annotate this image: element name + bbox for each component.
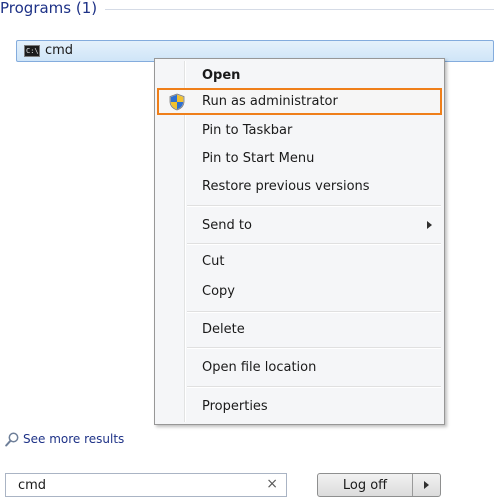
logoff-button[interactable]: Log off [318, 474, 413, 496]
menu-item-label: Properties [202, 399, 268, 414]
menu-item-delete[interactable]: Delete [157, 316, 442, 343]
menu-item-cut[interactable]: Cut [157, 248, 442, 275]
shield-icon [169, 93, 185, 111]
search-icon [5, 432, 19, 446]
menu-item-label: Copy [202, 284, 235, 299]
program-item-label: cmd [45, 43, 74, 58]
menu-item-pin-to-start-menu[interactable]: Pin to Start Menu [157, 145, 442, 172]
chevron-right-icon [424, 481, 429, 489]
menu-item-open-file-location[interactable]: Open file location [157, 354, 442, 381]
menu-separator [187, 243, 441, 245]
shutdown-options-button[interactable] [413, 474, 440, 496]
see-more-results-label: See more results [23, 432, 125, 446]
menu-item-label: Run as administrator [202, 94, 338, 109]
menu-item-properties[interactable]: Properties [157, 393, 442, 420]
context-menu: Open Run as administrator Pin to Taskbar… [154, 58, 445, 425]
menu-item-label: Send to [202, 218, 252, 233]
submenu-arrow-icon [427, 221, 432, 229]
start-search-box: × [5, 473, 287, 497]
logoff-split-button: Log off [317, 473, 441, 497]
menu-separator [187, 347, 441, 349]
menu-item-run-as-administrator[interactable]: Run as administrator [157, 88, 442, 115]
menu-item-restore-previous-versions[interactable]: Restore previous versions [157, 173, 442, 200]
menu-item-send-to[interactable]: Send to [157, 212, 442, 239]
section-divider [105, 9, 494, 10]
menu-item-label: Cut [202, 254, 225, 269]
menu-separator [187, 205, 441, 207]
menu-item-open[interactable]: Open [157, 62, 442, 89]
programs-section-title: Programs (1) [0, 0, 98, 17]
menu-item-label: Restore previous versions [202, 179, 370, 194]
command-prompt-icon: C:\ [24, 45, 40, 57]
programs-section-header: Programs (1) [0, 0, 494, 19]
search-input[interactable] [6, 474, 268, 496]
menu-item-label: Pin to Taskbar [202, 123, 293, 138]
menu-separator [187, 386, 441, 388]
menu-item-copy[interactable]: Copy [157, 278, 442, 305]
see-more-results-link[interactable]: See more results [5, 430, 124, 448]
menu-separator [187, 311, 441, 313]
menu-item-pin-to-taskbar[interactable]: Pin to Taskbar [157, 117, 442, 144]
clear-search-icon[interactable]: × [266, 476, 278, 492]
menu-item-label: Delete [202, 322, 245, 337]
menu-item-label: Open file location [202, 360, 317, 375]
menu-item-label: Pin to Start Menu [202, 151, 315, 166]
menu-item-label: Open [202, 68, 241, 83]
